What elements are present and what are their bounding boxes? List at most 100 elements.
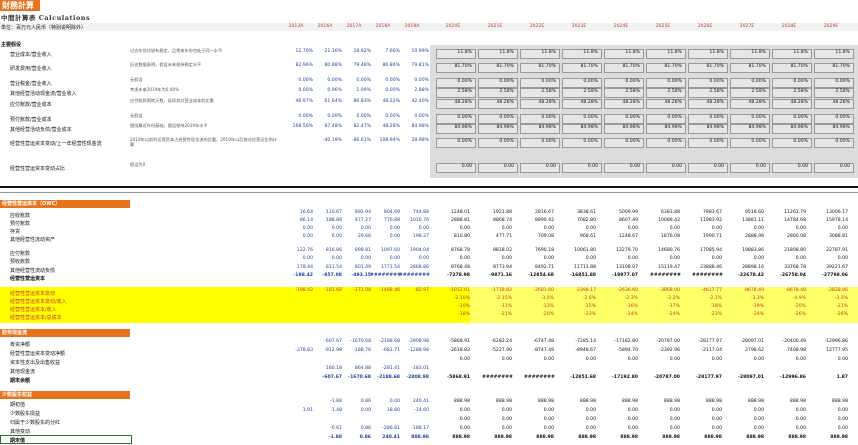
hist-value: 108.94%	[379, 138, 400, 143]
assumption-row: 其他经营活动负债/营业成本 围绕最近年份基础，假设保持2019年水平 168.56%…	[0, 123, 858, 134]
hist-value: 82.47%	[353, 124, 371, 129]
eq_rows-proj-value: 0.00	[711, 426, 722, 431]
ocf_rows-proj-value: 0.00	[501, 226, 512, 231]
ocf_rows-proj-value: 0.00	[627, 256, 638, 261]
projection-value: 0.00	[797, 164, 808, 169]
ocf_rows-hist-value: 0.00	[389, 256, 400, 261]
yellow_rows-proj-value: -4.9%	[792, 296, 806, 301]
projection-value: 0.00	[629, 164, 640, 169]
yellow_rows-proj-value: -3.3%	[834, 296, 848, 301]
ocf_rows-proj-value: 22787.91	[826, 248, 848, 253]
eq_rows-proj-value: 888.98	[578, 435, 596, 440]
projection-value: 2.58%	[667, 89, 682, 94]
ocf_rows-proj-value: 1876.08	[661, 234, 680, 239]
assumption-row: 营业税金/营业收入 无假设 0.00% 0.00% 0.00% 0.00% 0.00% 0.0…	[0, 77, 858, 88]
yellow_rows-proj-value: -10%	[458, 304, 470, 309]
ocf_rows-hist-value: 16.64	[299, 210, 313, 215]
ocf_rows-proj-value: 17085.94	[700, 248, 722, 253]
eq_rows-proj-value: 0.00	[459, 417, 470, 422]
ocf_rows-proj-value: 7883.67	[703, 210, 722, 215]
yellow_rows-hist-value: -1488.46	[379, 288, 400, 293]
eq_rows-proj-value: 888.98	[494, 435, 512, 440]
yellow_rows-proj-value: -2.3%	[624, 296, 638, 301]
projection-value: 11.8%	[499, 50, 514, 55]
projection-value: 81.70%	[748, 64, 766, 69]
hist-value: 28.98%	[411, 138, 429, 143]
yellow_rows-proj-value: -2681.60	[533, 288, 554, 293]
eq_rows-proj-value: 888.98	[620, 435, 638, 440]
yellow_rows-proj-value: -4617.77	[701, 288, 722, 293]
projection-value: 0.00%	[541, 79, 556, 84]
ocf_rows-proj-value: 19883.86	[742, 248, 764, 253]
eq_rows-proj-value: 0.00	[501, 426, 512, 431]
title-bar: 財務計算	[0, 0, 858, 11]
ocf_rows-hist-value: 892.94	[354, 210, 371, 215]
projection-value: 11.8%	[583, 50, 598, 55]
eq_rows-proj-value: 888.98	[621, 399, 638, 404]
eq_rows-hist-value: 1.48	[331, 408, 342, 413]
eq_rows-proj-value: 0.00	[543, 408, 554, 413]
projection-value: 84.98%	[580, 125, 598, 130]
yellow_rows-proj-value: -24%	[752, 312, 764, 317]
projection-value: 11.8%	[667, 50, 682, 55]
fin_rows-hist-value: -681.71	[382, 348, 400, 353]
fin_rows-hist-value: -281.41	[382, 366, 400, 371]
ocf_rows-proj-value: 0.00	[459, 226, 470, 231]
eq_rows-hist-value: 18.80	[386, 408, 400, 413]
fin_rows-proj-value: 0.00	[795, 357, 806, 362]
fin_rows-proj-value: -17192.80	[611, 375, 638, 380]
hist-value: 80.88%	[324, 63, 342, 68]
yellow_rows-proj-value: -23%	[584, 312, 596, 317]
hist-value: 0.00%	[385, 78, 400, 83]
eq_rows-label: 归属于少数股东的分红	[10, 420, 61, 426]
year-header: 2028E	[781, 24, 797, 29]
ocf_rows-proj-value: 0.00	[543, 256, 554, 261]
ocf_rows-proj-value: 8607.49	[619, 218, 638, 223]
eq_rows-hist-value: -286.81	[382, 426, 400, 431]
hist-value: 0.00%	[327, 114, 342, 119]
hist-value: 10.99%	[411, 49, 429, 54]
ocf_rows-hist-value: 804.69	[383, 210, 400, 215]
ocf_rows-hist-value: 86.14	[299, 218, 313, 223]
yellow_rows-proj-value: -2.10%	[453, 296, 470, 301]
eq_rows-proj-value: 888.98	[831, 399, 848, 404]
yellow_rows-hist-value: -198.42	[295, 288, 313, 293]
yellow_rows-proj-value: -2398.17	[575, 288, 596, 293]
projection-value: 0.00%	[625, 115, 640, 120]
ocf_rows-hist-value: 801.49	[354, 265, 371, 270]
fin_rows-label: 经营性营运资本变动净额	[10, 351, 66, 357]
selected-cell[interactable]	[0, 435, 132, 444]
hist-value: 82.96%	[295, 63, 313, 68]
projection-value: 81.70%	[790, 64, 808, 69]
fin_rows-proj-value: 7408.98	[787, 348, 806, 353]
assumption-row: 经营性营运资本变动占比 假设为0 0.00 0.00 0.00 0.00 0.00 0.00 0…	[0, 162, 858, 173]
eq_rows-proj-value: 0.00	[669, 417, 680, 422]
fin_rows-proj-value: 0.00	[459, 357, 470, 362]
projection-value: 0.00%	[499, 115, 514, 120]
ocf_rows-hist-value: 811.54	[325, 265, 342, 270]
projection-value: 84.98%	[496, 125, 514, 130]
projection-value: 2.58%	[457, 89, 472, 94]
ocf_rows-hist-value: 1016.76	[410, 218, 429, 223]
fin_rows-proj-value: -20400.49	[782, 339, 806, 344]
projection-value: 0.00	[839, 164, 850, 169]
yellow_rows-proj-value: -2.6%	[582, 296, 596, 301]
projection-value: 81.70%	[496, 64, 514, 69]
projection-value: 0.00%	[625, 79, 640, 84]
projection-value: 0.00	[503, 164, 514, 169]
fin_rows-proj-value: -28177.97	[698, 339, 722, 344]
projection-value: 0.00%	[751, 79, 766, 84]
eq_rows-proj-value: 0.00	[585, 426, 596, 431]
hist-value: 0.00%	[298, 78, 313, 83]
hist-value: 21.16%	[324, 49, 342, 54]
ocf_rows-hist-value: 6.00	[331, 234, 342, 239]
hist-value: -40.19%	[322, 138, 342, 143]
hist-value: 0.00%	[356, 114, 371, 119]
fin_rows-proj-value: -8747.49	[533, 348, 554, 353]
projection-value: 2.58%	[583, 89, 598, 94]
fin_rows-hist-value: 864.88	[354, 366, 371, 371]
eq_rows-hist-value: 888.98	[411, 435, 429, 440]
yellow_rows-hist-value: -82.97	[414, 288, 429, 293]
eq_rows-proj-value: 0.00	[711, 417, 722, 422]
ocf_rows-proj-value: 3088.81	[829, 234, 848, 239]
